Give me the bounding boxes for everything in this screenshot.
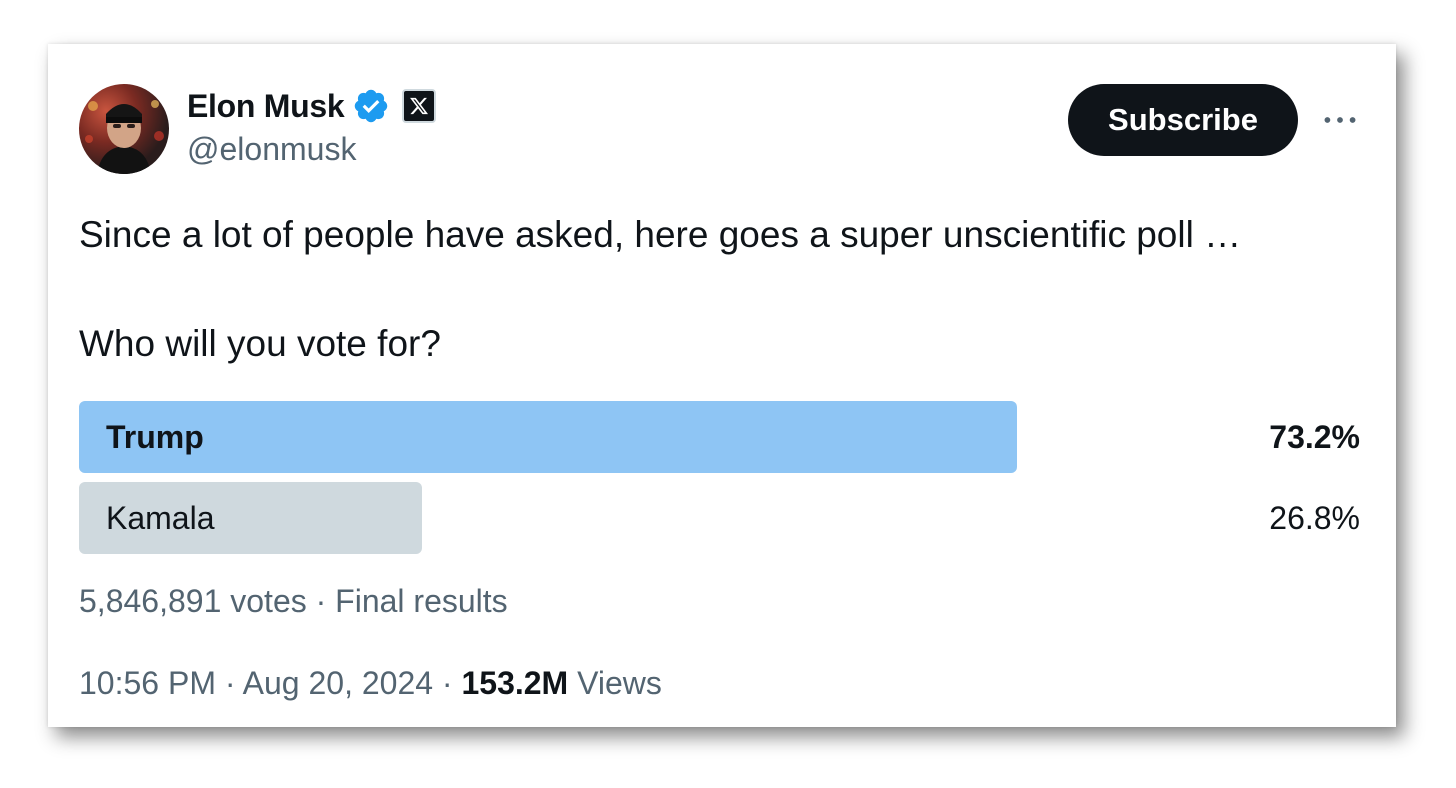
avatar[interactable] [79,84,169,174]
subscribe-button[interactable]: Subscribe [1068,84,1298,156]
poll-option-kamala: Kamala 26.8% [79,482,1360,554]
avatar-photo [85,100,164,174]
separator: · [224,665,236,701]
poll-option-label: Kamala [106,500,215,536]
timestamp-row: 10:56 PM · Aug 20, 2024 · 153.2M Views [79,665,662,702]
views-count[interactable]: 153.2M [461,665,568,701]
poll-option-trump: Trump 73.2% [79,401,1360,473]
poll-bar-trump [79,401,1017,473]
poll-option-label: Trump [106,419,204,455]
poll-option-percent: 26.8% [1269,500,1360,536]
poll-question: Who will you vote for? [79,323,441,364]
poll-vote-count: 5,846,891 votes [79,583,307,619]
tweet-time[interactable]: 10:56 PM [79,665,216,701]
separator: · [441,665,453,701]
tweet-date[interactable]: Aug 20, 2024 [243,665,433,701]
poll-status: Final results [335,583,508,619]
separator: · [315,583,327,619]
author-display-name[interactable]: Elon Musk [187,88,345,125]
more-horizontal-icon[interactable] [1320,104,1360,136]
tweet-card: Elon Musk @elonmusk Subscribe Since a lo… [48,44,1396,727]
author-name-row: Elon Musk [187,84,437,128]
views-label: Views [577,665,662,701]
verified-badge-icon[interactable] [352,87,390,125]
poll-option-percent: 73.2% [1269,419,1360,455]
author-handle[interactable]: @elonmusk [187,131,356,168]
x-logo-icon[interactable] [402,89,437,123]
tweet-text: Since a lot of people have asked, here g… [79,214,1242,255]
poll-meta: 5,846,891 votes · Final results [79,583,508,620]
